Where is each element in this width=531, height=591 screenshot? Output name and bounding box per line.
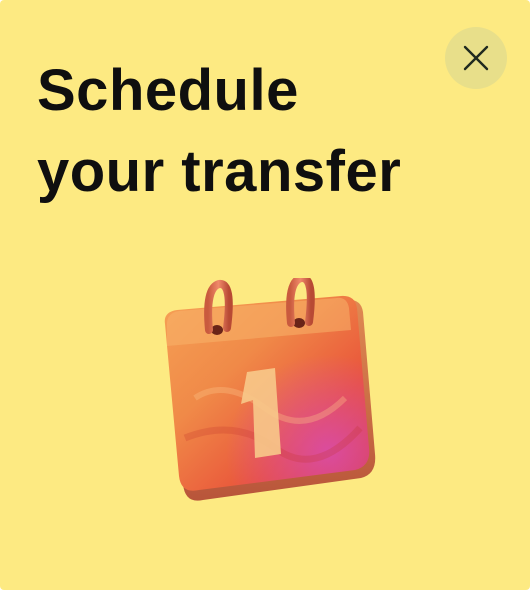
close-icon [463, 45, 489, 71]
title-line-1: Schedule [37, 58, 299, 123]
title-line-2: your transfer [37, 139, 402, 205]
schedule-transfer-card: Schedule your transfer [0, 0, 530, 590]
close-button[interactable] [445, 27, 507, 89]
calendar-icon [164, 278, 376, 501]
page-title: Schedule your transfer [37, 50, 437, 212]
